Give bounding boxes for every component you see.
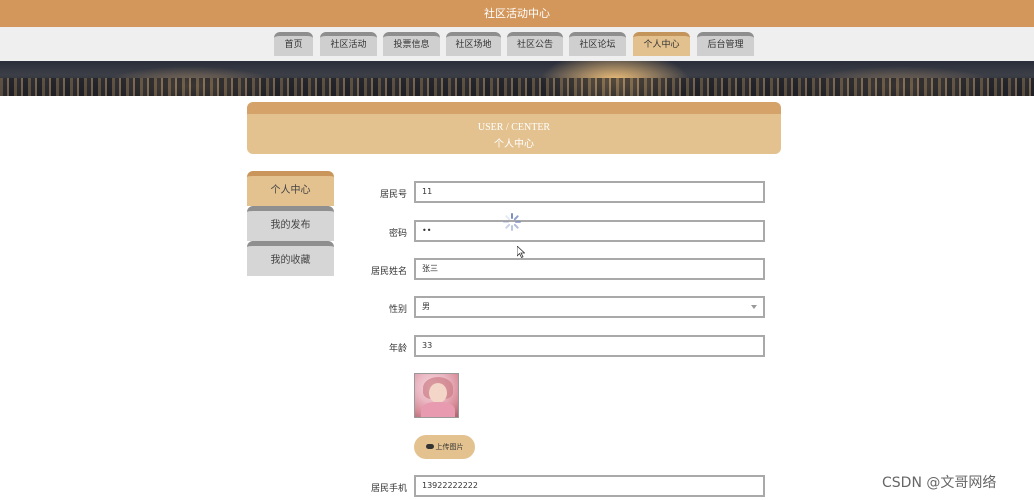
- sidebar-item-my-posts[interactable]: 我的发布: [247, 206, 334, 241]
- nav-community-notices[interactable]: 社区公告: [507, 32, 563, 56]
- resident-no-field[interactable]: 11: [414, 181, 765, 203]
- resident-name-field[interactable]: 张三: [414, 258, 765, 280]
- page-header: USER / CENTER 个人中心: [247, 102, 781, 154]
- chevron-down-icon: [751, 305, 757, 309]
- phone-label: 居民手机: [370, 484, 407, 494]
- sidebar-item-my-favorites[interactable]: 我的收藏: [247, 241, 334, 276]
- nav-voting-info[interactable]: 投票信息: [383, 32, 440, 56]
- upload-image-button[interactable]: 上传图片: [414, 435, 475, 459]
- sidebar-item-personal-center[interactable]: 个人中心: [247, 171, 334, 206]
- avatar-image: [414, 373, 459, 418]
- main-nav: 首页 社区活动 投票信息 社区场地 社区公告 社区论坛 个人中心 后台管理: [0, 27, 1034, 61]
- gender-selected-value: 男: [422, 302, 430, 311]
- age-field[interactable]: 33: [414, 335, 765, 357]
- resident-name-label: 居民姓名: [370, 267, 407, 277]
- password-field[interactable]: ••: [414, 220, 765, 242]
- watermark: CSDN @文哥网络: [882, 475, 997, 491]
- page-header-cn: 个人中心: [494, 139, 534, 150]
- nav-admin[interactable]: 后台管理: [697, 32, 754, 56]
- site-title: 社区活动中心: [484, 7, 550, 20]
- mouse-cursor-icon: [517, 246, 525, 258]
- loading-spinner-icon: [503, 213, 521, 231]
- nav-home[interactable]: 首页: [274, 32, 313, 56]
- nav-community-activities[interactable]: 社区活动: [320, 32, 377, 56]
- site-title-bar: 社区活动中心: [0, 0, 1034, 27]
- resident-no-label: 居民号: [379, 190, 407, 200]
- nav-community-forum[interactable]: 社区论坛: [569, 32, 626, 56]
- password-label: 密码: [388, 229, 407, 239]
- phone-field[interactable]: 13922222222: [414, 475, 765, 497]
- age-label: 年龄: [388, 344, 407, 354]
- cloud-upload-icon: [425, 444, 434, 449]
- gender-label: 性别: [388, 305, 407, 315]
- upload-image-label: 上传图片: [435, 443, 464, 451]
- page-header-en: USER / CENTER: [477, 122, 551, 133]
- nav-community-venues[interactable]: 社区场地: [446, 32, 501, 56]
- nav-personal-center[interactable]: 个人中心: [633, 32, 690, 56]
- gender-select[interactable]: 男: [414, 296, 765, 318]
- city-banner-image: [0, 61, 1034, 96]
